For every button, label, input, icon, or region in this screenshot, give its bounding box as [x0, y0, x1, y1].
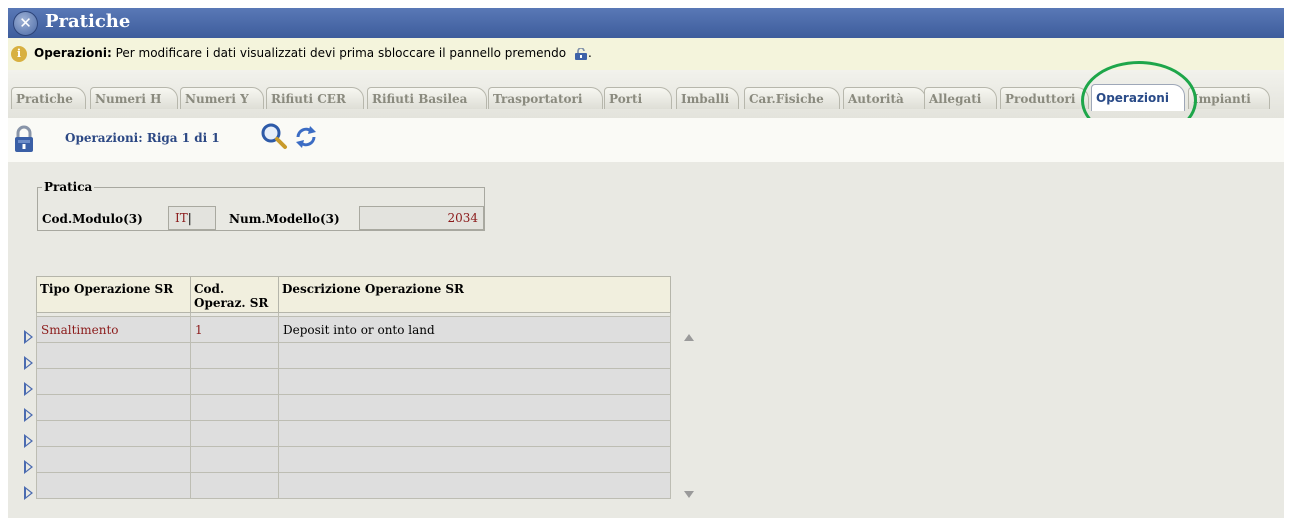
cell-cod[interactable]: 1	[190, 316, 279, 343]
tab-numeri-h[interactable]: Numeri H	[90, 87, 178, 109]
cell-tipo[interactable]	[36, 394, 191, 421]
cell-tipo[interactable]	[36, 446, 191, 473]
cell-descrizione[interactable]	[278, 472, 671, 499]
tab-allegati[interactable]: Allegati	[924, 87, 997, 109]
info-label: Operazioni:	[34, 46, 112, 60]
content-panel: Pratica Cod.Modulo(3) IT| Num.Modello(3)…	[8, 162, 1284, 518]
scroll-up-arrow-icon[interactable]	[684, 334, 694, 341]
cell-tipo[interactable]: Smaltimento	[36, 316, 191, 343]
table-row[interactable]	[36, 446, 671, 473]
tab-numeri-y[interactable]: Numeri Y	[180, 87, 264, 109]
cod-modulo-label: Cod.Modulo(3)	[42, 212, 143, 226]
lock-icon[interactable]	[14, 124, 34, 154]
num-modello-label: Num.Modello(3)	[229, 212, 340, 226]
cell-descrizione[interactable]	[278, 342, 671, 369]
tab-imballi[interactable]: Imballi	[676, 87, 739, 109]
window-title: Pratiche	[45, 11, 131, 32]
cell-cod[interactable]	[190, 446, 279, 473]
table-row[interactable]	[36, 368, 671, 395]
tab-produttori[interactable]: Produttori	[1000, 87, 1089, 109]
scroll-down-arrow-icon[interactable]	[684, 491, 694, 498]
tab-autorita[interactable]: Autorità	[843, 87, 926, 109]
search-icon[interactable]	[260, 122, 288, 150]
cell-cod[interactable]	[190, 368, 279, 395]
cell-tipo[interactable]	[36, 420, 191, 447]
table-header-row: Tipo Operazione SR Cod. Operaz. SR Descr…	[36, 276, 671, 313]
row-selector-arrow-icon[interactable]	[24, 486, 33, 500]
col-header-tipo[interactable]: Tipo Operazione SR	[36, 276, 191, 313]
row-selector-arrow-icon[interactable]	[24, 460, 33, 474]
info-suffix: .	[587, 46, 592, 60]
tab-porti[interactable]: Porti	[604, 87, 672, 109]
cell-tipo[interactable]	[36, 368, 191, 395]
tab-impianti[interactable]: Impianti	[1188, 87, 1270, 109]
tab-rifiuti-basilea[interactable]: Rifiuti Basilea	[367, 87, 487, 109]
lock-icon	[574, 47, 587, 60]
cell-descrizione[interactable]	[278, 394, 671, 421]
cell-descrizione[interactable]	[278, 368, 671, 395]
row-selector-arrow-icon[interactable]	[24, 434, 33, 448]
cell-descrizione[interactable]	[278, 420, 671, 447]
tab-pratiche[interactable]: Pratiche	[11, 87, 86, 109]
cell-tipo[interactable]	[36, 342, 191, 369]
table-row[interactable]	[36, 420, 671, 447]
cell-cod[interactable]	[190, 342, 279, 369]
table-row[interactable]	[36, 394, 671, 421]
refresh-icon[interactable]	[293, 124, 319, 150]
record-position-label: Operazioni: Riga 1 di 1	[65, 131, 220, 145]
info-message: Operazioni: Per modificare i dati visual…	[34, 46, 592, 60]
close-x-icon[interactable]: ✕	[13, 11, 38, 36]
cod-modulo-value: IT	[175, 211, 188, 225]
operazioni-table: Tipo Operazione SR Cod. Operaz. SR Descr…	[36, 276, 671, 499]
tab-car-fisiche[interactable]: Car.Fisiche	[744, 87, 840, 109]
info-bar: i Operazioni: Per modificare i dati visu…	[8, 38, 1284, 71]
table-row[interactable]: Smaltimento 1 Deposit into or onto land	[36, 316, 671, 343]
tab-rifiuti-cer[interactable]: Rifiuti CER	[266, 87, 364, 109]
cell-cod[interactable]	[190, 472, 279, 499]
cell-descrizione[interactable]: Deposit into or onto land	[278, 316, 671, 343]
toolbar: Operazioni: Riga 1 di 1	[8, 118, 1284, 162]
col-header-descrizione[interactable]: Descrizione Operazione SR	[278, 276, 671, 313]
row-selector-arrow-icon[interactable]	[24, 356, 33, 370]
cell-cod[interactable]	[190, 394, 279, 421]
window-title-bar: ✕ Pratiche	[8, 8, 1284, 38]
row-selector-arrow-icon[interactable]	[24, 382, 33, 396]
row-selector-arrow-icon[interactable]	[24, 330, 33, 344]
cell-descrizione[interactable]	[278, 446, 671, 473]
pratica-legend: Pratica	[44, 180, 93, 194]
cell-tipo[interactable]	[36, 472, 191, 499]
table-row[interactable]	[36, 472, 671, 499]
cod-modulo-field[interactable]: IT|	[168, 206, 216, 230]
cell-cod[interactable]	[190, 420, 279, 447]
table-row[interactable]	[36, 342, 671, 369]
num-modello-field[interactable]: 2034	[359, 206, 484, 230]
info-icon: i	[11, 46, 27, 62]
row-selector-arrow-icon[interactable]	[24, 408, 33, 422]
tab-trasportatori[interactable]: Trasportatori	[488, 87, 603, 109]
col-header-cod[interactable]: Cod. Operaz. SR	[190, 276, 279, 313]
info-text: Per modificare i dati visualizzati devi …	[115, 46, 567, 60]
